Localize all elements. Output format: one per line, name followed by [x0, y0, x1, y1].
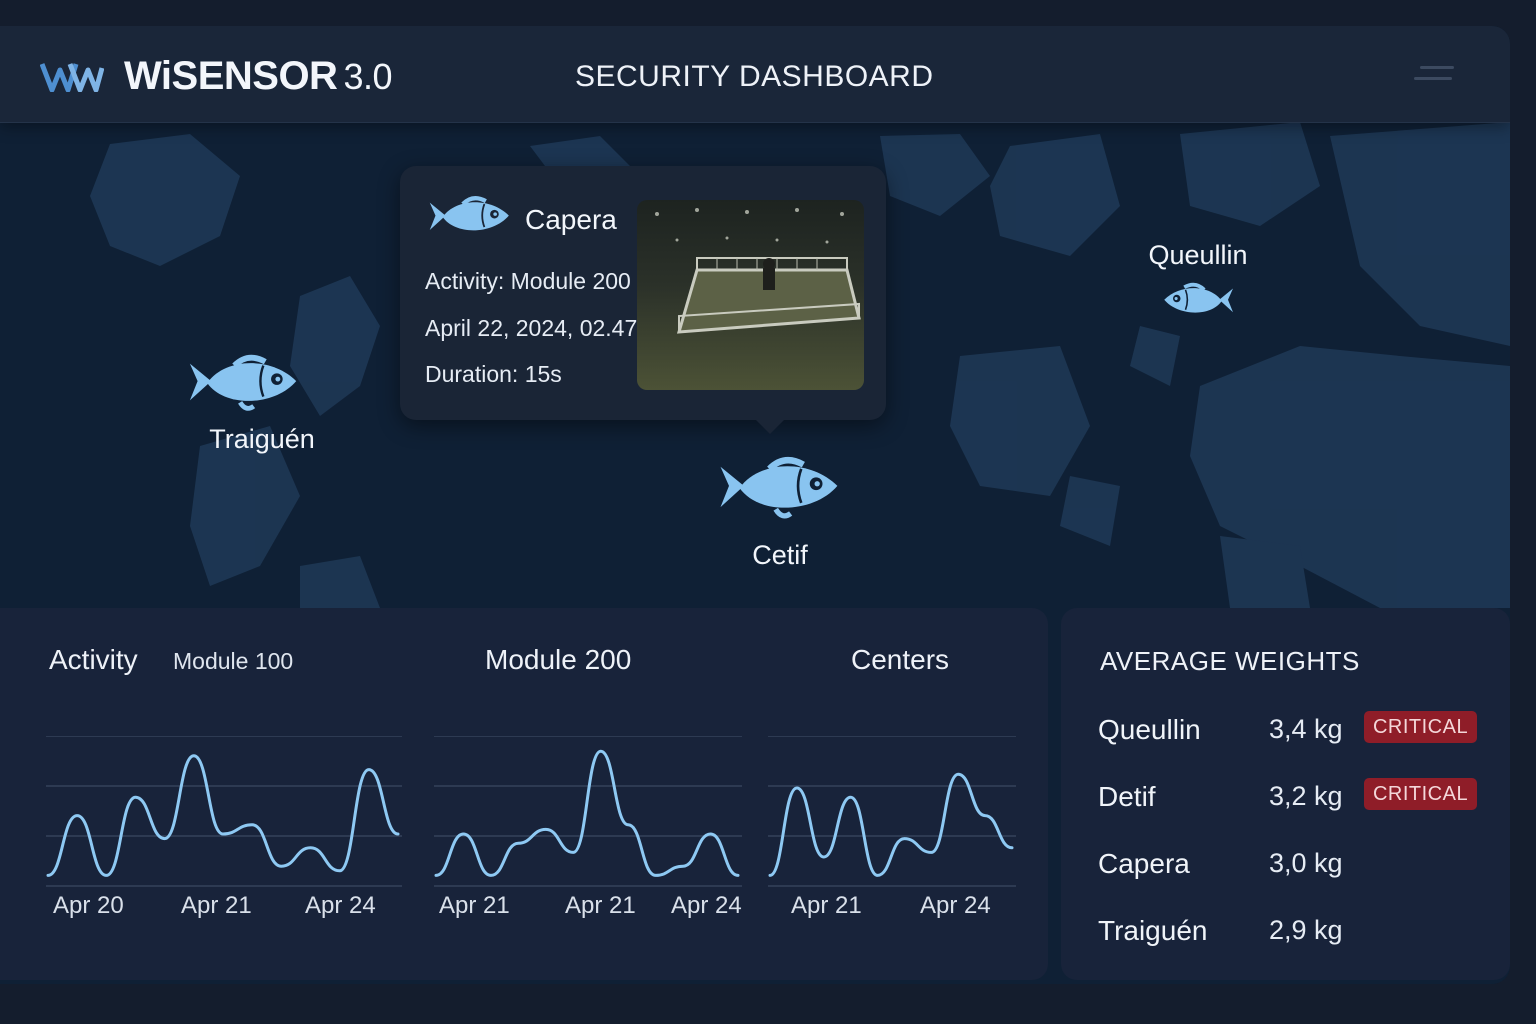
x-tick-label: Apr 24 [305, 892, 376, 919]
critical-badge: CRITICAL [1364, 778, 1477, 810]
series-line [46, 754, 400, 877]
centers-line-chart[interactable] [768, 736, 1016, 902]
x-tick-label: Apr 21 [565, 892, 636, 919]
site-popup[interactable]: Capera Activity: Module 200 April 22, 20… [400, 166, 886, 434]
weight-row[interactable]: Detif 3,2 kg CRITICAL [1098, 778, 1498, 821]
weights-title: AVERAGE WEIGHTS [1100, 646, 1360, 676]
critical-badge: CRITICAL [1364, 711, 1477, 743]
weight-row[interactable]: Traiguén 2,9 kg [1098, 915, 1498, 955]
series-line [434, 749, 740, 877]
map-marker-queullin[interactable]: Queullin [1124, 240, 1272, 321]
map-marker-cetif[interactable]: Cetif [700, 454, 860, 571]
chart-subtitle: Module 100 [173, 648, 294, 674]
fish-icon [189, 354, 297, 411]
marker-label: Cetif [752, 540, 808, 570]
popup-activity: Activity: Module 200 [425, 268, 631, 295]
fish-icon [429, 196, 509, 231]
weight-value: 3,2 kg [1269, 781, 1343, 811]
page-title: SECURITY DASHBOARD [575, 60, 934, 93]
x-tick-label: Apr 21 [181, 892, 252, 919]
map-marker-traiguen[interactable]: Traiguén [178, 352, 348, 455]
marker-label: Queullin [1148, 240, 1248, 270]
weight-site-name: Detif [1098, 781, 1156, 812]
x-tick-label: Apr 20 [53, 892, 124, 919]
module-200-line-chart[interactable] [434, 736, 742, 902]
x-tick-label: Apr 21 [791, 892, 862, 919]
chart-title: Activity [49, 644, 138, 675]
dashboard-window: WiSENSOR 3.0 SECURITY DASHBOARD Traiguén … [0, 26, 1510, 984]
marker-label: Traiguén [209, 424, 315, 454]
popup-activity-label: Activity: [425, 268, 505, 294]
popup-site-name: Capera [525, 204, 617, 235]
activity-line-chart[interactable] [46, 736, 402, 902]
x-tick-label: Apr 24 [671, 892, 742, 919]
weight-value: 3,4 kg [1269, 714, 1343, 744]
weight-value: 3,0 kg [1269, 848, 1343, 878]
fish-icon [1164, 282, 1233, 313]
weight-site-name: Traiguén [1098, 915, 1208, 946]
app-header: WiSENSOR 3.0 SECURITY DASHBOARD [0, 26, 1510, 123]
camera-snapshot[interactable] [637, 200, 864, 390]
camera-snapshot-image [637, 200, 864, 390]
weight-row[interactable]: Capera 3,0 kg [1098, 848, 1498, 888]
x-tick-label: Apr 21 [439, 892, 510, 919]
menu-icon[interactable] [1414, 66, 1454, 90]
chart-title-module-200: Module 200 [485, 644, 632, 675]
weight-site-name: Queullin [1098, 714, 1201, 745]
activity-charts-panel: Activity Module 100 Module 200 Centers A… [0, 608, 1048, 980]
chart-title-centers: Centers [851, 644, 950, 675]
series-line [768, 772, 1014, 877]
x-tick-label: Apr 24 [920, 892, 991, 919]
popup-datetime: April 22, 2024, 02.47 [425, 315, 638, 341]
fish-icon [720, 457, 838, 519]
weight-row[interactable]: Queullin 3,4 kg CRITICAL [1098, 711, 1498, 754]
popup-duration: Duration: 15s [425, 361, 562, 387]
brand-name: WiSENSOR 3.0 [124, 54, 392, 98]
average-weights-panel: AVERAGE WEIGHTS Queullin 3,4 kg CRITICAL… [1061, 608, 1510, 980]
popup-activity-value: Module 200 [510, 268, 631, 294]
weight-site-name: Capera [1098, 848, 1190, 879]
logo-icon [40, 63, 104, 92]
weight-value: 2,9 kg [1269, 915, 1343, 945]
brand-version: 3.0 [343, 56, 392, 97]
